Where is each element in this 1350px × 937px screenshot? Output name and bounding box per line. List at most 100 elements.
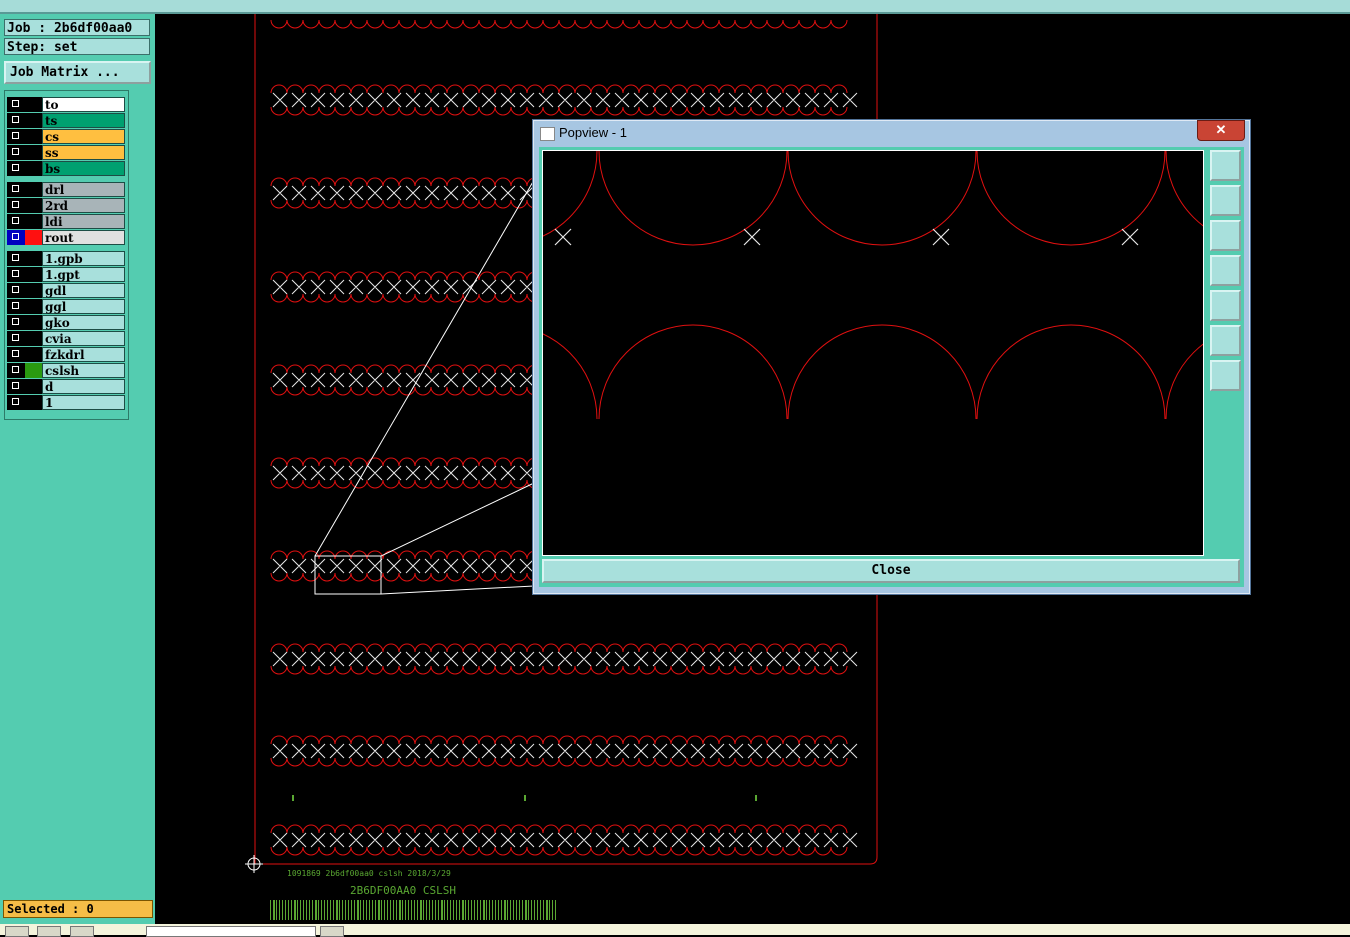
barcode-bar	[522, 900, 523, 920]
layer-checkbox[interactable]	[7, 113, 25, 128]
board-job-text: 2B6DF00AA0 CSLSH	[350, 884, 456, 897]
layer-row-d[interactable]: d	[7, 379, 125, 394]
layer-checkbox[interactable]	[7, 363, 25, 378]
barcode-bar	[432, 900, 433, 920]
barcode-bar	[534, 900, 535, 920]
layer-checkbox[interactable]	[7, 230, 25, 245]
bottom-tool-button[interactable]	[70, 926, 94, 937]
job-label: Job : 2b6df00aa0	[4, 19, 150, 36]
barcode-bar	[486, 900, 487, 920]
barcode-bar	[525, 900, 527, 920]
layer-row-1[interactable]: 1	[7, 395, 125, 410]
layer-row-ts[interactable]: ts	[7, 113, 125, 128]
layer-color-swatch	[25, 395, 42, 410]
popview-canvas[interactable]	[542, 150, 1204, 556]
barcode	[270, 900, 556, 920]
barcode-bar	[474, 900, 475, 920]
route-scallops	[270, 665, 848, 675]
barcode-bar	[273, 900, 275, 920]
pan-up-icon[interactable]	[1210, 185, 1241, 216]
barcode-bar	[345, 900, 346, 920]
bottom-tool-button[interactable]	[5, 926, 29, 937]
layer-checkbox[interactable]	[7, 299, 25, 314]
layer-row-2rd[interactable]: 2rd	[7, 198, 125, 213]
barcode-bar	[456, 900, 457, 920]
layer-checkbox[interactable]	[7, 182, 25, 197]
layer-row-ggl[interactable]: ggl	[7, 299, 125, 314]
layer-row-fzkdrl[interactable]: fzkdrl	[7, 347, 125, 362]
layer-row-gko[interactable]: gko	[7, 315, 125, 330]
layer-checkbox[interactable]	[7, 347, 25, 362]
layer-checkbox[interactable]	[7, 331, 25, 346]
barcode-bar	[318, 900, 319, 920]
barcode-bar	[378, 900, 380, 920]
layer-checkbox[interactable]	[7, 315, 25, 330]
layer-name: 1.gpt	[42, 267, 125, 282]
layer-name: cs	[42, 129, 125, 144]
route-scallops	[270, 735, 848, 745]
barcode-bar	[279, 900, 280, 920]
layer-checkbox[interactable]	[7, 283, 25, 298]
layer-checkbox[interactable]	[7, 395, 25, 410]
layer-color-swatch	[25, 283, 42, 298]
barcode-bar	[282, 900, 283, 920]
layer-row-1.gpb[interactable]: 1.gpb	[7, 251, 125, 266]
popview-toolbar	[1208, 150, 1242, 556]
layer-checkbox[interactable]	[7, 145, 25, 160]
zoom-arc-top	[543, 151, 598, 237]
pan-down-icon[interactable]	[1210, 220, 1241, 251]
close-button[interactable]: Close	[542, 559, 1240, 583]
layer-checkbox[interactable]	[7, 251, 25, 266]
bottom-tool-button[interactable]	[320, 926, 344, 937]
layer-list-panel: to ts cs ss bs drl 2rd ldi rout 1.gpb 1.gpt gdl ggl g…	[4, 90, 129, 420]
barcode-bar	[510, 900, 511, 920]
job-matrix-button[interactable]: Job Matrix ...	[4, 61, 151, 84]
window-app-icon	[540, 127, 555, 141]
barcode-bar	[552, 900, 553, 920]
barcode-bar	[294, 900, 296, 920]
layer-row-rout[interactable]: rout	[7, 230, 125, 245]
drill-marks	[272, 92, 858, 108]
layer-row-1.gpt[interactable]: 1.gpt	[7, 267, 125, 282]
layer-row-cs[interactable]: cs	[7, 129, 125, 144]
zoom-in-icon[interactable]	[1210, 325, 1241, 356]
layer-checkbox[interactable]	[7, 267, 25, 282]
layer-checkbox[interactable]	[7, 214, 25, 229]
layer-row-drl[interactable]: drl	[7, 182, 125, 197]
layer-row-to[interactable]: to	[7, 97, 125, 112]
layer-row-ss[interactable]: ss	[7, 145, 125, 160]
bottom-tool-button[interactable]	[37, 926, 61, 937]
barcode-bar	[501, 900, 502, 920]
barcode-bar	[384, 900, 385, 920]
pan-right-icon[interactable]	[1210, 290, 1241, 321]
layer-row-cslsh[interactable]: cslsh	[7, 363, 125, 378]
barcode-bar	[357, 900, 359, 920]
bottom-input-field[interactable]	[146, 926, 316, 937]
barcode-bar	[531, 900, 532, 920]
barcode-bar	[399, 900, 401, 920]
barcode-bar	[543, 900, 544, 920]
zoom-window-icon[interactable]	[1210, 150, 1241, 181]
pan-left-icon[interactable]	[1210, 255, 1241, 286]
layer-checkbox[interactable]	[7, 379, 25, 394]
layer-checkbox[interactable]	[7, 198, 25, 213]
barcode-bar	[297, 900, 298, 920]
layer-row-cvia[interactable]: cvia	[7, 331, 125, 346]
layer-row-bs[interactable]: bs	[7, 161, 125, 176]
barcode-bar	[489, 900, 490, 920]
barcode-bar	[465, 900, 466, 920]
layer-checkbox[interactable]	[7, 129, 25, 144]
barcode-bar	[549, 900, 550, 920]
barcode-bar	[351, 900, 352, 920]
barcode-bar	[537, 900, 538, 920]
window-close-button[interactable]: ✕	[1197, 120, 1245, 141]
layer-row-ldi[interactable]: ldi	[7, 214, 125, 229]
barcode-bar	[477, 900, 478, 920]
route-row	[270, 824, 858, 856]
layer-checkbox[interactable]	[7, 161, 25, 176]
barcode-bar	[372, 900, 373, 920]
layer-row-gdl[interactable]: gdl	[7, 283, 125, 298]
zoom-out-icon[interactable]	[1210, 360, 1241, 391]
layer-checkbox[interactable]	[7, 97, 25, 112]
layer-name: rout	[42, 230, 125, 245]
